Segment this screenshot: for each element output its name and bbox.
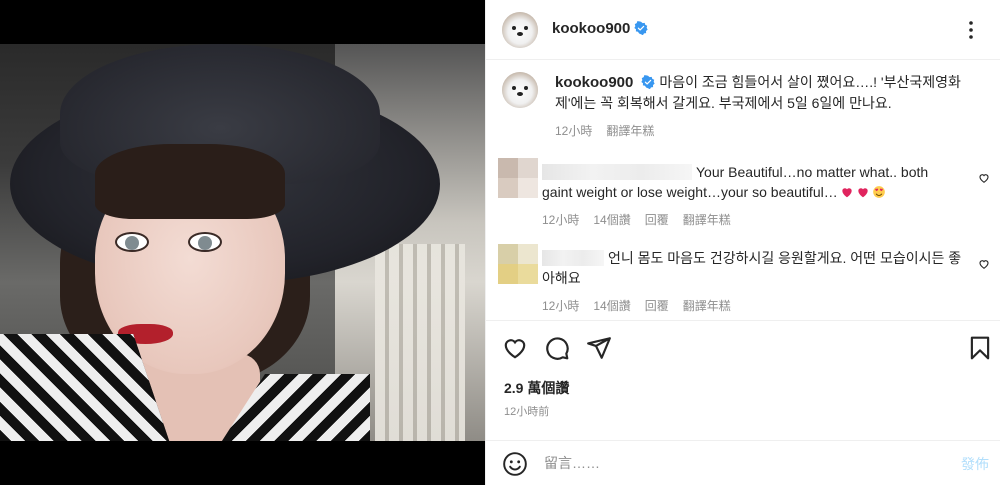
comment-like-heart-icon[interactable]: [978, 258, 990, 270]
post-header: kookoo900: [486, 0, 1000, 60]
caption-avatar[interactable]: [502, 72, 538, 108]
comment-bubble-icon[interactable]: [544, 335, 570, 361]
comment-like-heart-icon[interactable]: [978, 172, 990, 184]
post-side-panel: kookoo900 kookoo900 마음이 조금 힘들어서 살이 쪘어요….!…: [485, 0, 1000, 485]
comment-translate-button[interactable]: 翻譯年糕: [683, 213, 731, 227]
smiling-hearts-face-icon: [872, 186, 885, 198]
comment-avatar[interactable]: [498, 244, 538, 284]
comment-reply-button[interactable]: 回覆: [645, 299, 669, 313]
post-photo[interactable]: [0, 44, 485, 441]
comment-likes[interactable]: 14個讚: [593, 299, 630, 313]
post-actions-bar: [486, 320, 1000, 370]
photo-eye-left: [115, 232, 149, 252]
caption-username[interactable]: kookoo900: [555, 74, 633, 91]
emoji-picker-icon[interactable]: [502, 451, 528, 477]
comment-username-blurred[interactable]: [542, 164, 692, 180]
header-user: kookoo900: [552, 20, 649, 38]
avatar[interactable]: [502, 12, 538, 48]
share-paper-plane-icon[interactable]: [586, 335, 612, 361]
comment-body: 언니 몸도 마음도 건강하시길 응원할게요. 어떤 모습이시든 좋아해요 12小…: [542, 248, 962, 316]
caption-meta: 12小時 翻譯年糕: [555, 121, 985, 141]
comment-time[interactable]: 12小時: [542, 213, 579, 227]
verified-badge-icon: [641, 75, 656, 89]
comment-meta: 12小時 14個讚 回覆 翻譯年糕: [542, 210, 962, 230]
post-timestamp[interactable]: 12小時前: [504, 403, 549, 419]
caption-body: kookoo900 마음이 조금 힘들어서 살이 쪘어요….! '부산국제영화제'…: [555, 72, 985, 141]
save-bookmark-icon[interactable]: [967, 335, 993, 361]
comment-text: 언니 몸도 마음도 건강하시길 응원할게요. 어떤 모습이시든 좋아해요: [542, 250, 962, 286]
comment-reply-button[interactable]: 回覆: [645, 213, 669, 227]
heart-red-icon: [842, 188, 852, 198]
caption-translate-button[interactable]: 翻譯年糕: [606, 124, 654, 138]
post-comment-button[interactable]: 發佈: [961, 454, 989, 474]
heart-red-icon: [858, 188, 868, 198]
comment-avatar[interactable]: [498, 158, 538, 198]
post-media[interactable]: [0, 0, 485, 485]
photo-eye-right: [188, 232, 222, 252]
caption-time[interactable]: 12小時: [555, 124, 592, 138]
comment-likes[interactable]: 14個讚: [593, 213, 630, 227]
verified-badge-icon: [634, 21, 649, 35]
comment-time[interactable]: 12小時: [542, 299, 579, 313]
comment-input[interactable]: [544, 449, 924, 477]
like-heart-icon[interactable]: [502, 335, 528, 361]
comment-username-blurred[interactable]: [542, 250, 604, 266]
more-options-icon[interactable]: [959, 18, 983, 42]
comment-translate-button[interactable]: 翻譯年糕: [683, 299, 731, 313]
comment-composer: 發佈: [486, 440, 1000, 485]
photo-bangs: [95, 144, 285, 219]
header-username[interactable]: kookoo900: [552, 20, 630, 37]
comment-body: Your Beautiful…no matter what.. both gai…: [542, 162, 962, 230]
comment-meta: 12小時 14個讚 回覆 翻譯年糕: [542, 296, 962, 316]
likes-count[interactable]: 2.9 萬個讚: [504, 378, 569, 398]
car-curtain: [375, 244, 465, 441]
